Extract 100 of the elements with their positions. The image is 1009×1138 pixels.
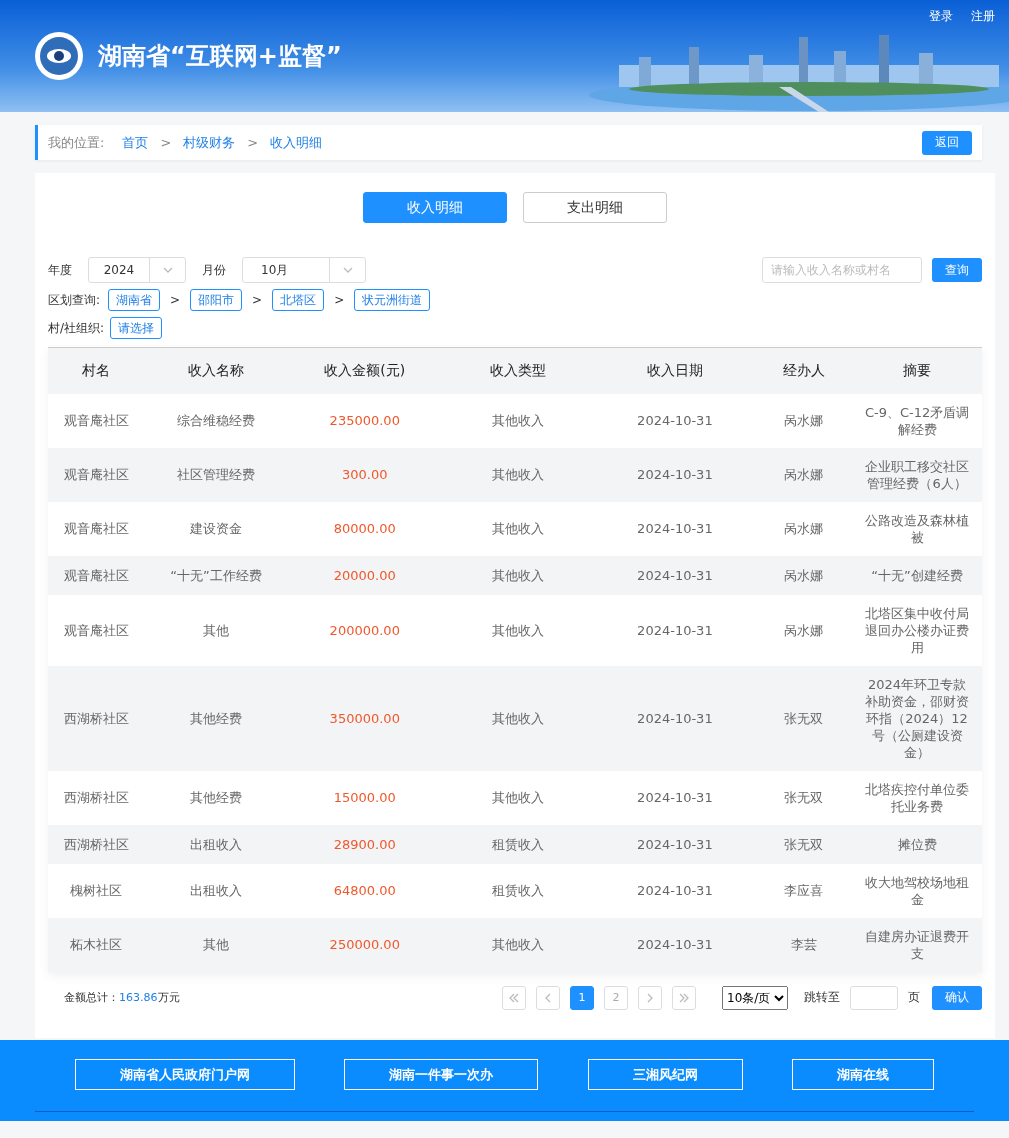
table-cell: 15000.00 [288,770,442,825]
table-cell: 其他经费 [144,770,289,825]
table-cell: 20000.00 [288,555,442,595]
table-cell: 呙水娜 [755,447,853,502]
table-cell: 租赁收入 [441,863,595,918]
table-cell: 观音庵社区 [48,501,145,556]
table-cell: 李应喜 [755,863,853,918]
table-cell: 北塔疾控付单位委托业务费 [852,770,982,825]
table-cell: 西湖桥社区 [48,824,145,864]
footer-link[interactable]: 湖南省人民政府门户网 [74,1059,295,1090]
table-cell: 300.00 [288,447,442,502]
page-number-field[interactable] [850,985,898,1010]
table-cell: 其他收入 [441,555,595,595]
header-link[interactable]: 注册 [971,8,995,25]
table-cell: 张无双 [755,770,853,825]
table-cell: 235000.00 [288,393,442,448]
table-cell: 观音庵社区 [48,393,145,448]
next-page-button[interactable] [638,985,662,1010]
table-cell: C-9、C-12矛盾调解经费 [852,393,982,448]
table-cell: 其他收入 [441,917,595,972]
table-cell: 2024-10-31 [594,447,756,502]
page-size-select[interactable]: 10条/页 [722,985,788,1010]
query-button[interactable]: 查询 [932,258,982,282]
column-header: 收入金额(元) [288,347,442,394]
table-cell: 租赁收入 [441,824,595,864]
table-cell: 其他经费 [144,665,289,771]
table-cell: 其他 [144,917,289,972]
page-button[interactable]: 1 [570,985,594,1010]
breadcrumb-link[interactable]: 收入明细 [270,133,323,152]
table-cell: 2024-10-31 [594,863,756,918]
total-amount: 金额总计：163.86万元 [64,990,180,1005]
breadcrumb-separator: > [247,135,259,150]
table-cell: 2024年环卫专款补助资金，邵财资环指（2024）12号（公厕建设资金） [852,665,982,771]
page-button[interactable]: 2 [604,985,628,1010]
table-cell: 出租收入 [144,863,289,918]
table-cell: 其他 [144,594,289,666]
table-cell: 综合维稳经费 [144,393,289,448]
table-cell: 建设资金 [144,501,289,556]
table-cell: 西湖桥社区 [48,770,145,825]
search-field[interactable]: 请输入收入名称或村名 [762,257,922,283]
table-cell: 200000.00 [288,594,442,666]
table-cell: 2024-10-31 [594,917,756,972]
previous-page-button[interactable] [536,985,560,1010]
footer-link[interactable]: 湖南一件事一次办 [344,1059,539,1090]
table-cell: 呙水娜 [755,594,853,666]
breadcrumb-link[interactable]: 首页 [122,133,149,152]
table-cell: 80000.00 [288,501,442,556]
org-select[interactable]: 请选择 [110,317,163,339]
column-header: 摘要 [852,347,982,394]
column-header: 收入名称 [144,347,289,394]
table-cell: 摊位费 [852,824,982,864]
table-cell: 2024-10-31 [594,594,756,666]
month-select[interactable]: 10月 [242,257,366,283]
table-cell: 2024-10-31 [594,824,756,864]
column-header: 收入日期 [594,347,756,394]
footer-link[interactable]: 湖南在线 [792,1059,935,1090]
footer-link[interactable]: 三湘风纪网 [587,1059,743,1090]
back-button[interactable]: 返回 [922,130,972,155]
breadcrumb-link[interactable]: 村级财务 [183,133,236,152]
page-unit-label: 页 [908,989,920,1006]
region-chip[interactable]: 邵阳市 [190,289,243,311]
confirm-button[interactable]: 确认 [932,985,982,1010]
double-chevron-left-icon [508,991,520,1004]
breadcrumb-label: 我的位置: [48,133,105,152]
column-header: 收入类型 [441,347,595,394]
region-chip[interactable]: 状元洲街道 [354,289,431,311]
table-cell: 北塔区集中收付局退回办公楼办证费用 [852,594,982,666]
table-cell: 其他收入 [441,447,595,502]
header-link[interactable]: 登录 [929,8,953,25]
column-header: 经办人 [755,347,853,394]
eye-emblem-icon [34,31,84,81]
table-cell: 观音庵社区 [48,447,145,502]
year-select[interactable]: 2024 [88,257,186,283]
table-cell: 其他收入 [441,770,595,825]
region-chip[interactable]: 湖南省 [108,289,161,311]
last-page-button[interactable] [672,985,696,1010]
year-label: 年度 [48,261,72,279]
table-cell: 张无双 [755,824,853,864]
region-separator: > [252,293,263,307]
double-chevron-right-icon [678,991,690,1004]
table-cell: 2024-10-31 [594,555,756,595]
region-label: 区划查询: [48,291,101,309]
first-page-button[interactable] [502,985,526,1010]
table-cell: 其他收入 [441,594,595,666]
region-separator: > [170,293,181,307]
table-cell: “十无”创建经费 [852,555,982,595]
table-cell: 其他收入 [441,393,595,448]
table-cell: 西湖桥社区 [48,665,145,771]
table-cell: 2024-10-31 [594,393,756,448]
table-cell: 张无双 [755,665,853,771]
table-cell: 槐树社区 [48,863,145,918]
tab[interactable]: 支出明细 [523,192,667,223]
tab[interactable]: 收入明细 [363,192,507,223]
table-cell: 其他收入 [441,501,595,556]
region-chip[interactable]: 北塔区 [272,289,325,311]
table-cell: 公路改造及森林植被 [852,501,982,556]
table-cell: 呙水娜 [755,501,853,556]
month-label: 月份 [202,261,226,279]
table-cell: 观音庵社区 [48,555,145,595]
table-cell: 2024-10-31 [594,665,756,771]
